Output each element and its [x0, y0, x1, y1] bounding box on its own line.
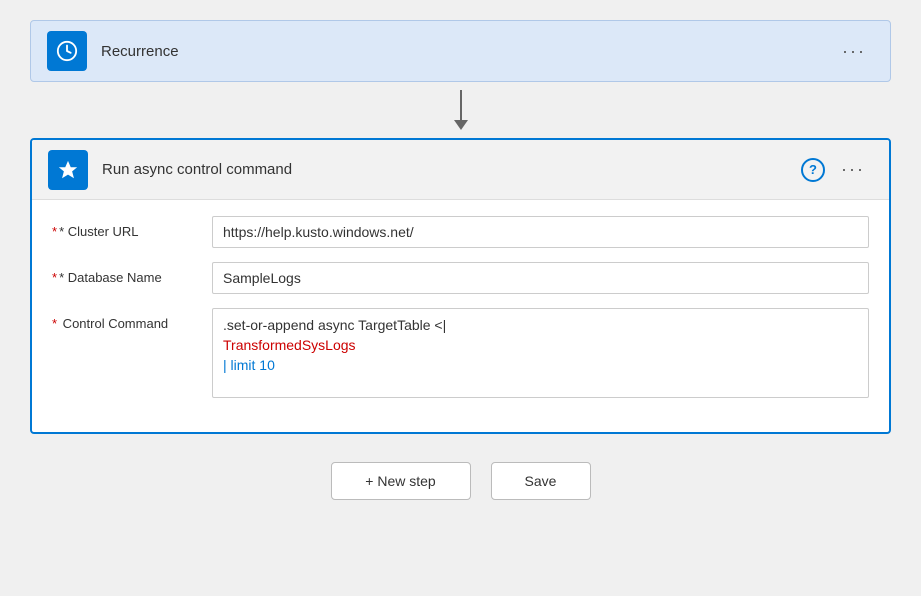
recurrence-more-button[interactable]: ···	[834, 37, 874, 66]
required-star-cluster: *	[52, 224, 57, 239]
recurrence-title: Recurrence	[101, 43, 834, 60]
cluster-url-input[interactable]	[212, 216, 869, 248]
control-command-row: * Control Command .set-or-append async T…	[52, 308, 869, 398]
database-name-label: ** Database Name	[52, 262, 212, 285]
control-command-label: * Control Command	[52, 308, 212, 331]
action-card: Run async control command ? ··· ** Clust…	[30, 138, 891, 434]
recurrence-icon	[47, 31, 87, 71]
action-more-button[interactable]: ···	[833, 155, 873, 184]
database-name-input[interactable]	[212, 262, 869, 294]
save-button[interactable]: Save	[491, 462, 591, 500]
action-icon	[48, 150, 88, 190]
cluster-url-label: ** Cluster URL	[52, 216, 212, 239]
new-step-button[interactable]: + New step	[331, 462, 471, 500]
recurrence-card: Recurrence ···	[30, 20, 891, 82]
bottom-buttons: + New step Save	[331, 462, 591, 500]
action-card-body: ** Cluster URL ** Database Name * Contro…	[32, 200, 889, 432]
arrow-head	[454, 120, 468, 130]
control-command-field[interactable]: .set-or-append async TargetTable <| Tran…	[212, 308, 869, 398]
flow-arrow	[454, 82, 468, 138]
command-line-3: | limit 10	[223, 357, 858, 373]
arrow-line	[460, 90, 462, 120]
required-star-command: *	[52, 316, 57, 331]
required-star-database: *	[52, 270, 57, 285]
command-line-2: TransformedSysLogs	[223, 337, 858, 353]
cluster-url-row: ** Cluster URL	[52, 216, 869, 248]
action-title: Run async control command	[102, 161, 801, 178]
command-line-1: .set-or-append async TargetTable <|	[223, 317, 858, 333]
action-card-header: Run async control command ? ···	[32, 140, 889, 200]
database-name-row: ** Database Name	[52, 262, 869, 294]
help-button[interactable]: ?	[801, 158, 825, 182]
